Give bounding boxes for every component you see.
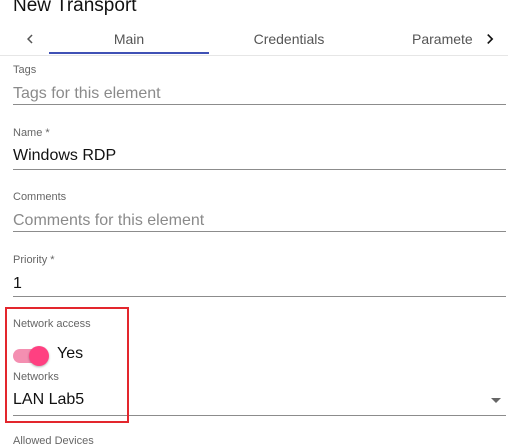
allowed-devices-label: Allowed Devices bbox=[13, 435, 94, 447]
network-access-value: Yes bbox=[57, 345, 84, 362]
caret-down-icon[interactable] bbox=[491, 398, 501, 403]
tab-scroll-right-button[interactable] bbox=[473, 22, 507, 56]
chevron-right-icon bbox=[487, 34, 494, 44]
network-access-label: Network access bbox=[13, 318, 91, 330]
tab-bar: Main Credentials Parameters bbox=[0, 22, 508, 56]
tags-field[interactable]: Tags Tags for this element bbox=[13, 64, 506, 106]
chevron-left-icon bbox=[27, 34, 33, 44]
comments-input[interactable]: Comments for this element bbox=[13, 212, 204, 230]
priority-underline bbox=[13, 296, 506, 297]
network-access-toggle[interactable] bbox=[13, 345, 49, 366]
tab-main[interactable]: Main bbox=[49, 22, 209, 56]
tabs-divider bbox=[0, 55, 508, 56]
networks-field[interactable]: Networks LAN Lab5 bbox=[13, 371, 506, 419]
networks-underline bbox=[13, 415, 506, 416]
tags-label: Tags bbox=[13, 64, 37, 76]
name-input[interactable]: Windows RDP bbox=[13, 147, 116, 165]
tab-scroll-left-button[interactable] bbox=[13, 22, 47, 56]
name-field[interactable]: Name * Windows RDP bbox=[13, 127, 506, 171]
network-access-field: Network access Yes bbox=[13, 318, 506, 366]
active-tab-indicator bbox=[49, 52, 209, 54]
tab-parameters[interactable]: Parameters bbox=[369, 22, 473, 56]
priority-input[interactable]: 1 bbox=[13, 275, 22, 293]
name-underline bbox=[13, 169, 506, 170]
networks-label: Networks bbox=[13, 371, 59, 383]
tags-input[interactable]: Tags for this element bbox=[13, 85, 161, 103]
new-transport-dialog: New Transport Main Credentials Parameter… bbox=[0, 0, 508, 448]
comments-label: Comments bbox=[13, 191, 67, 203]
tab-credentials[interactable]: Credentials bbox=[209, 22, 369, 56]
networks-select[interactable]: LAN Lab5 bbox=[13, 391, 84, 409]
priority-label: Priority * bbox=[13, 254, 55, 266]
allowed-devices-field[interactable]: Allowed Devices bbox=[13, 435, 506, 448]
tags-underline bbox=[13, 104, 506, 105]
priority-field[interactable]: Priority * 1 bbox=[13, 254, 506, 298]
dialog-title: New Transport bbox=[13, 0, 137, 16]
toggle-thumb bbox=[29, 346, 49, 366]
name-label: Name * bbox=[13, 127, 50, 139]
comments-field[interactable]: Comments Comments for this element bbox=[13, 191, 506, 233]
comments-underline bbox=[13, 231, 506, 232]
